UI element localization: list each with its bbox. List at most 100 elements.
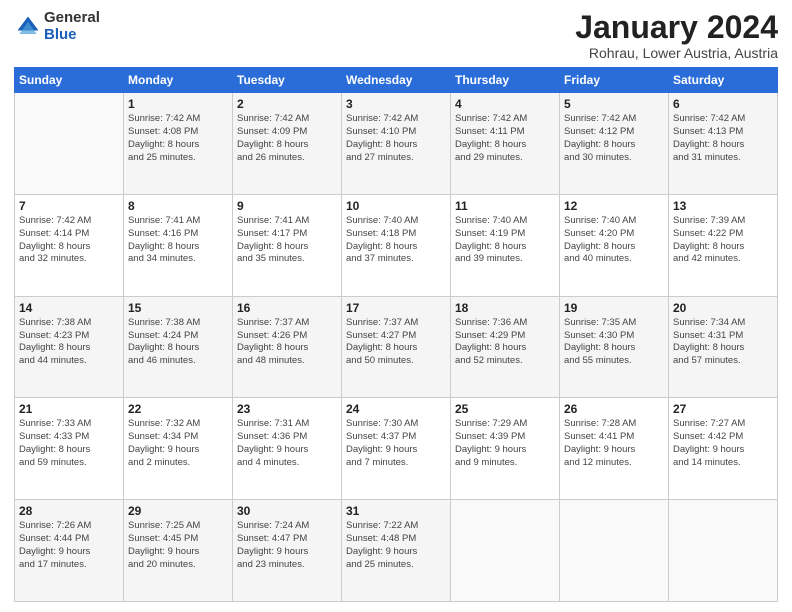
day-info: Sunrise: 7:42 AM Sunset: 4:08 PM Dayligh…	[128, 113, 228, 164]
month-title: January 2024	[575, 10, 778, 45]
calendar-header: SundayMondayTuesdayWednesdayThursdayFrid…	[15, 68, 778, 93]
title-block: January 2024 Rohrau, Lower Austria, Aust…	[575, 10, 778, 61]
weekday-friday: Friday	[560, 68, 669, 93]
calendar-cell: 31 Sunrise: 7:22 AM Sunset: 4:48 PM Dayli…	[342, 500, 451, 602]
day-number: 10	[346, 199, 446, 213]
week-row-1: 7Sunrise: 7:42 AM Sunset: 4:14 PM Daylig…	[15, 194, 778, 296]
day-number: 27	[673, 402, 773, 416]
day-number: 1	[128, 97, 228, 111]
calendar-cell: 27 Sunrise: 7:27 AM Sunset: 4:42 PM Dayli…	[669, 398, 778, 500]
calendar-cell: 20Sunrise: 7:34 AM Sunset: 4:31 PM Dayli…	[669, 296, 778, 398]
day-number: 19	[564, 301, 664, 315]
day-info: Sunrise: 7:42 AM Sunset: 4:13 PM Dayligh…	[673, 113, 773, 164]
week-row-3: 21 Sunrise: 7:33 AM Sunset: 4:33 PM Dayli…	[15, 398, 778, 500]
calendar-cell: 28 Sunrise: 7:26 AM Sunset: 4:44 PM Dayli…	[15, 500, 124, 602]
calendar-cell: 3 Sunrise: 7:42 AM Sunset: 4:10 PM Daylig…	[342, 93, 451, 195]
logo-icon	[14, 13, 42, 41]
day-info: Sunrise: 7:42 AM Sunset: 4:12 PM Dayligh…	[564, 113, 664, 164]
day-info: Sunrise: 7:24 AM Sunset: 4:47 PM Dayligh…	[237, 520, 337, 571]
calendar-table: SundayMondayTuesdayWednesdayThursdayFrid…	[14, 67, 778, 602]
calendar-cell: 30 Sunrise: 7:24 AM Sunset: 4:47 PM Dayli…	[233, 500, 342, 602]
weekday-saturday: Saturday	[669, 68, 778, 93]
calendar-cell	[560, 500, 669, 602]
calendar-cell: 8Sunrise: 7:41 AM Sunset: 4:16 PM Daylig…	[124, 194, 233, 296]
page: General Blue January 2024 Rohrau, Lower …	[0, 0, 792, 612]
calendar-cell: 15 Sunrise: 7:38 AM Sunset: 4:24 PM Dayli…	[124, 296, 233, 398]
calendar-cell: 1 Sunrise: 7:42 AM Sunset: 4:08 PM Daylig…	[124, 93, 233, 195]
calendar-cell: 9 Sunrise: 7:41 AM Sunset: 4:17 PM Daylig…	[233, 194, 342, 296]
day-number: 24	[346, 402, 446, 416]
calendar-cell: 12Sunrise: 7:40 AM Sunset: 4:20 PM Dayli…	[560, 194, 669, 296]
day-number: 9	[237, 199, 337, 213]
calendar-cell: 29 Sunrise: 7:25 AM Sunset: 4:45 PM Dayli…	[124, 500, 233, 602]
calendar-body: 1 Sunrise: 7:42 AM Sunset: 4:08 PM Daylig…	[15, 93, 778, 602]
day-number: 18	[455, 301, 555, 315]
day-number: 23	[237, 402, 337, 416]
day-number: 29	[128, 504, 228, 518]
calendar-cell: 10Sunrise: 7:40 AM Sunset: 4:18 PM Dayli…	[342, 194, 451, 296]
day-info: Sunrise: 7:36 AM Sunset: 4:29 PM Dayligh…	[455, 317, 555, 368]
day-number: 6	[673, 97, 773, 111]
calendar-cell: 4 Sunrise: 7:42 AM Sunset: 4:11 PM Daylig…	[451, 93, 560, 195]
day-number: 5	[564, 97, 664, 111]
calendar-cell: 17Sunrise: 7:37 AM Sunset: 4:27 PM Dayli…	[342, 296, 451, 398]
logo: General Blue	[14, 10, 100, 43]
day-info: Sunrise: 7:31 AM Sunset: 4:36 PM Dayligh…	[237, 418, 337, 469]
day-number: 30	[237, 504, 337, 518]
calendar-cell: 7Sunrise: 7:42 AM Sunset: 4:14 PM Daylig…	[15, 194, 124, 296]
day-info: Sunrise: 7:40 AM Sunset: 4:19 PM Dayligh…	[455, 215, 555, 266]
logo-general: General	[44, 10, 100, 27]
day-info: Sunrise: 7:35 AM Sunset: 4:30 PM Dayligh…	[564, 317, 664, 368]
weekday-header-row: SundayMondayTuesdayWednesdayThursdayFrid…	[15, 68, 778, 93]
day-number: 7	[19, 199, 119, 213]
calendar-cell: 11Sunrise: 7:40 AM Sunset: 4:19 PM Dayli…	[451, 194, 560, 296]
day-number: 12	[564, 199, 664, 213]
calendar-cell: 2Sunrise: 7:42 AM Sunset: 4:09 PM Daylig…	[233, 93, 342, 195]
calendar-cell	[15, 93, 124, 195]
day-number: 31	[346, 504, 446, 518]
day-info: Sunrise: 7:42 AM Sunset: 4:10 PM Dayligh…	[346, 113, 446, 164]
day-info: Sunrise: 7:42 AM Sunset: 4:11 PM Dayligh…	[455, 113, 555, 164]
calendar-cell	[451, 500, 560, 602]
day-info: Sunrise: 7:33 AM Sunset: 4:33 PM Dayligh…	[19, 418, 119, 469]
week-row-0: 1 Sunrise: 7:42 AM Sunset: 4:08 PM Daylig…	[15, 93, 778, 195]
day-number: 15	[128, 301, 228, 315]
day-info: Sunrise: 7:38 AM Sunset: 4:23 PM Dayligh…	[19, 317, 119, 368]
day-info: Sunrise: 7:25 AM Sunset: 4:45 PM Dayligh…	[128, 520, 228, 571]
day-number: 14	[19, 301, 119, 315]
day-info: Sunrise: 7:37 AM Sunset: 4:27 PM Dayligh…	[346, 317, 446, 368]
day-info: Sunrise: 7:34 AM Sunset: 4:31 PM Dayligh…	[673, 317, 773, 368]
logo-blue: Blue	[44, 27, 100, 44]
calendar-cell: 22Sunrise: 7:32 AM Sunset: 4:34 PM Dayli…	[124, 398, 233, 500]
calendar-cell: 18 Sunrise: 7:36 AM Sunset: 4:29 PM Dayli…	[451, 296, 560, 398]
day-info: Sunrise: 7:26 AM Sunset: 4:44 PM Dayligh…	[19, 520, 119, 571]
day-number: 28	[19, 504, 119, 518]
day-number: 2	[237, 97, 337, 111]
day-number: 26	[564, 402, 664, 416]
day-info: Sunrise: 7:27 AM Sunset: 4:42 PM Dayligh…	[673, 418, 773, 469]
day-number: 13	[673, 199, 773, 213]
day-info: Sunrise: 7:38 AM Sunset: 4:24 PM Dayligh…	[128, 317, 228, 368]
day-info: Sunrise: 7:22 AM Sunset: 4:48 PM Dayligh…	[346, 520, 446, 571]
calendar-cell: 23 Sunrise: 7:31 AM Sunset: 4:36 PM Dayli…	[233, 398, 342, 500]
day-number: 16	[237, 301, 337, 315]
calendar-cell: 24 Sunrise: 7:30 AM Sunset: 4:37 PM Dayli…	[342, 398, 451, 500]
day-number: 3	[346, 97, 446, 111]
calendar-cell	[669, 500, 778, 602]
header: General Blue January 2024 Rohrau, Lower …	[14, 10, 778, 61]
day-info: Sunrise: 7:29 AM Sunset: 4:39 PM Dayligh…	[455, 418, 555, 469]
calendar-cell: 14 Sunrise: 7:38 AM Sunset: 4:23 PM Dayli…	[15, 296, 124, 398]
weekday-sunday: Sunday	[15, 68, 124, 93]
weekday-wednesday: Wednesday	[342, 68, 451, 93]
weekday-monday: Monday	[124, 68, 233, 93]
day-number: 21	[19, 402, 119, 416]
day-info: Sunrise: 7:28 AM Sunset: 4:41 PM Dayligh…	[564, 418, 664, 469]
weekday-thursday: Thursday	[451, 68, 560, 93]
calendar-cell: 25Sunrise: 7:29 AM Sunset: 4:39 PM Dayli…	[451, 398, 560, 500]
day-number: 4	[455, 97, 555, 111]
calendar-cell: 21 Sunrise: 7:33 AM Sunset: 4:33 PM Dayli…	[15, 398, 124, 500]
day-info: Sunrise: 7:41 AM Sunset: 4:17 PM Dayligh…	[237, 215, 337, 266]
day-info: Sunrise: 7:30 AM Sunset: 4:37 PM Dayligh…	[346, 418, 446, 469]
calendar-cell: 5 Sunrise: 7:42 AM Sunset: 4:12 PM Daylig…	[560, 93, 669, 195]
day-number: 8	[128, 199, 228, 213]
